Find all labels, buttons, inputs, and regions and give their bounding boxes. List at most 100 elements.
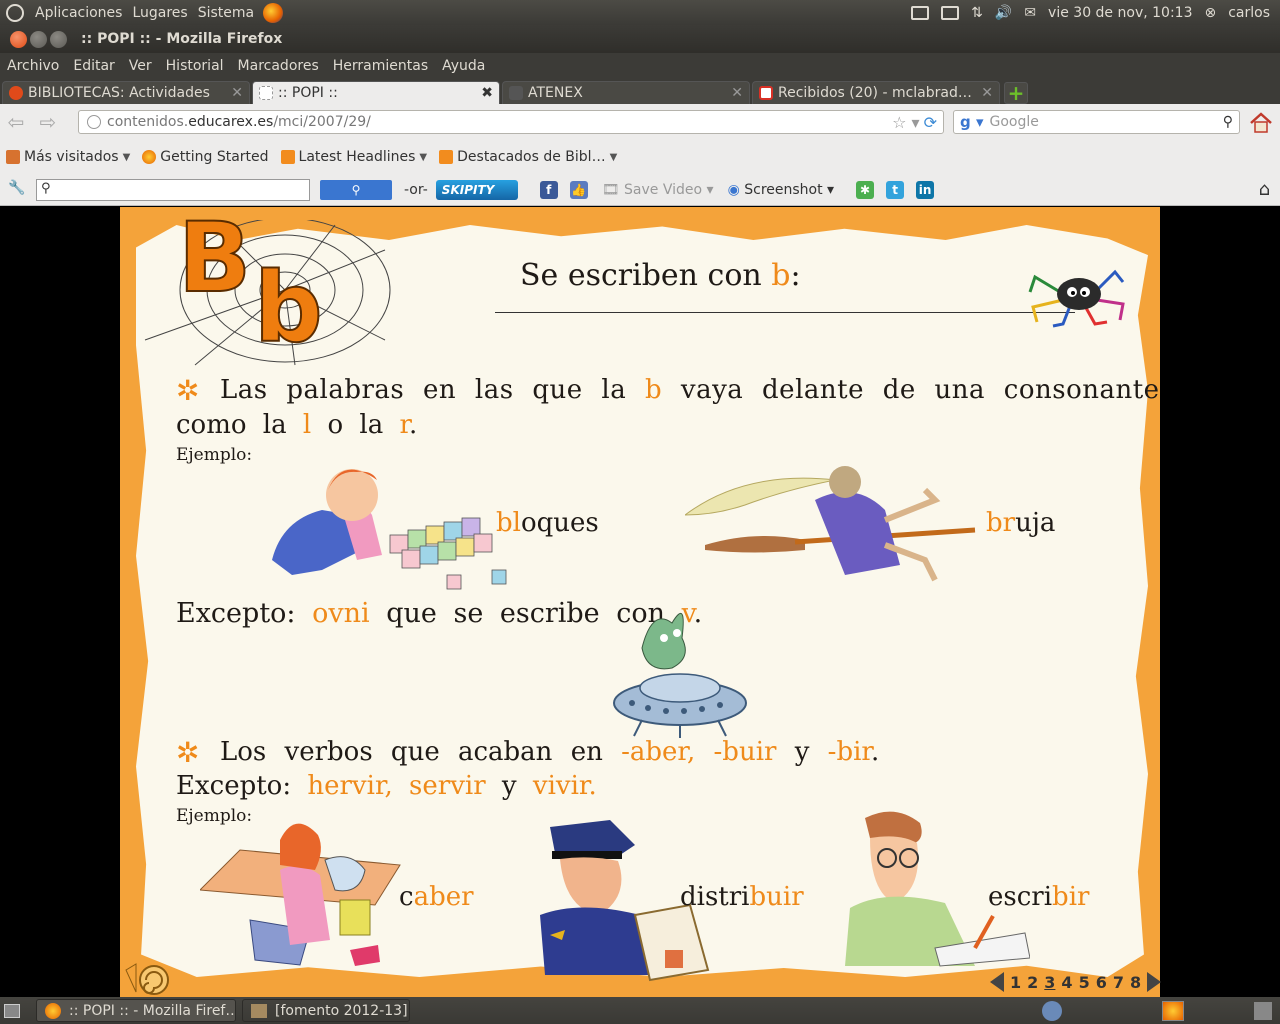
firefox-tray-icon[interactable] bbox=[1162, 1000, 1184, 1021]
bookmark-star-icon[interactable]: ☆ ▾ bbox=[892, 113, 919, 132]
show-desktop-icon[interactable] bbox=[4, 1003, 20, 1018]
url-domain: educarex.es bbox=[188, 114, 274, 130]
bookmark-label: Más visitados bbox=[24, 149, 119, 165]
menu-places[interactable]: Lugares bbox=[127, 5, 192, 21]
menu-ayuda[interactable]: Ayuda bbox=[435, 58, 492, 74]
rule-bullet-icon: ✲ bbox=[176, 736, 200, 769]
datetime[interactable]: vie 30 de nov, 10:13 bbox=[1048, 5, 1192, 21]
home-button-icon[interactable] bbox=[1249, 112, 1273, 134]
printer-icon[interactable] bbox=[911, 5, 930, 20]
page-link-3-current[interactable]: 3 bbox=[1044, 973, 1055, 992]
search-icon[interactable]: ⚲ bbox=[1223, 114, 1233, 130]
tab-label: ATENEX bbox=[528, 85, 583, 101]
firefox-launcher-icon[interactable] bbox=[263, 2, 284, 23]
example-word-bloques: bloques bbox=[496, 508, 599, 538]
folder-icon bbox=[6, 150, 20, 164]
reload-icon[interactable]: ⟳ bbox=[924, 113, 937, 132]
bookmark-latest-headlines[interactable]: Latest Headlines ▼ bbox=[275, 149, 434, 165]
menu-archivo[interactable]: Archivo bbox=[0, 58, 66, 74]
like-icon[interactable]: 👍 bbox=[569, 180, 588, 199]
bookmarks-toolbar: Más visitados ▼ Getting Started Latest H… bbox=[0, 140, 1280, 174]
rule1-line2-b: o la bbox=[311, 410, 400, 440]
close-tab-icon[interactable]: ✕ bbox=[981, 85, 993, 101]
word-highlight: br bbox=[986, 508, 1016, 538]
rule1-letter-l: l bbox=[302, 410, 312, 440]
url-bar[interactable]: contenidos. educarex.es/mci/2007/29/ ☆ ▾ … bbox=[78, 110, 944, 134]
word-rest: uja bbox=[1015, 508, 1056, 538]
wrench-icon[interactable]: 🔧 bbox=[8, 180, 25, 196]
share-icon[interactable]: ✱ bbox=[856, 180, 875, 199]
search-placeholder: Google bbox=[989, 114, 1039, 130]
tab-atenex[interactable]: ATENEX ✕ bbox=[502, 81, 750, 104]
tab-bar: BIBLIOTECAS: Actividades ✕ :: POPI :: ✖ … bbox=[0, 79, 1280, 105]
maximize-window-button[interactable] bbox=[50, 30, 67, 48]
toolbar-search-button[interactable]: ⚲ bbox=[320, 179, 392, 200]
tab-bibliotecas[interactable]: BIBLIOTECAS: Actividades ✕ bbox=[2, 81, 250, 104]
display-icon[interactable] bbox=[941, 5, 960, 20]
trash-icon[interactable] bbox=[1254, 1001, 1272, 1020]
bookmark-destacados[interactable]: Destacados de Bibl… ▼ bbox=[433, 149, 623, 165]
page-link-4[interactable]: 4 bbox=[1061, 973, 1072, 992]
twitter-icon[interactable]: t bbox=[886, 180, 905, 199]
facebook-icon[interactable]: f bbox=[539, 180, 558, 199]
close-window-button[interactable] bbox=[10, 30, 27, 48]
word-prefix: c bbox=[399, 882, 414, 912]
taskbar-item-firefox[interactable]: :: POPI :: - Mozilla Firef… bbox=[36, 999, 236, 1022]
camera-icon: ◉ bbox=[727, 181, 740, 198]
previous-page-icon[interactable] bbox=[990, 972, 1004, 992]
back-snail-button-icon[interactable] bbox=[122, 962, 174, 996]
username[interactable]: carlos bbox=[1228, 5, 1270, 21]
rule1-line2-c: . bbox=[409, 410, 418, 440]
forward-arrow-icon[interactable]: ⇨ bbox=[32, 110, 64, 134]
exception1-word: ovni bbox=[312, 598, 370, 629]
back-arrow-icon[interactable]: ⇦ bbox=[0, 110, 32, 134]
taskbar-item-folder[interactable]: [fomento 2012-13] bbox=[242, 999, 410, 1022]
screenshot-button[interactable]: ◉ Screenshot ▾ bbox=[728, 182, 835, 198]
tab-popi[interactable]: :: POPI :: ✖ bbox=[252, 81, 500, 104]
mail-icon[interactable]: ✉ bbox=[1024, 5, 1036, 21]
rule2-ending-buir: -buir bbox=[713, 737, 777, 767]
home-icon[interactable]: ⌂ bbox=[1259, 179, 1270, 200]
skipity-button[interactable]: SKIPITY bbox=[435, 179, 518, 200]
tab-gmail[interactable]: Recibidos (20) - mclabrador… ✕ bbox=[752, 81, 1000, 104]
exception2-line: Excepto: hervir, servir y vivir. bbox=[176, 771, 597, 801]
page-link-1[interactable]: 1 bbox=[1010, 973, 1021, 992]
page-link-5[interactable]: 5 bbox=[1079, 973, 1090, 992]
witch-broom-illustration bbox=[685, 466, 976, 582]
ubuntu-logo-icon[interactable] bbox=[6, 3, 24, 22]
site-identity-icon[interactable] bbox=[87, 115, 101, 129]
volume-icon[interactable]: 🔊 bbox=[995, 5, 1012, 21]
bookmark-getting-started[interactable]: Getting Started bbox=[136, 149, 274, 165]
menu-editar[interactable]: Editar bbox=[66, 58, 121, 74]
menu-applications[interactable]: Aplicaciones bbox=[30, 5, 127, 21]
search-bar[interactable]: g ▾ Google ⚲ bbox=[953, 110, 1240, 134]
user-status-icon[interactable]: ⊗ bbox=[1204, 5, 1216, 21]
close-tab-icon[interactable]: ✕ bbox=[231, 85, 243, 101]
close-tab-icon[interactable]: ✖ bbox=[481, 85, 493, 101]
network-icon[interactable]: ⇅ bbox=[971, 5, 983, 21]
page-link-7[interactable]: 7 bbox=[1113, 973, 1124, 992]
menu-herramientas[interactable]: Herramientas bbox=[326, 58, 435, 74]
page-link-2[interactable]: 2 bbox=[1027, 973, 1038, 992]
heading-underline bbox=[495, 312, 1075, 313]
menu-marcadores[interactable]: Marcadores bbox=[231, 58, 326, 74]
linkedin-icon[interactable]: in bbox=[916, 180, 935, 199]
minimize-window-button[interactable] bbox=[30, 30, 47, 48]
new-tab-button[interactable]: + bbox=[1004, 81, 1028, 105]
next-page-icon[interactable] bbox=[1147, 972, 1162, 992]
spider-illustration bbox=[1028, 269, 1125, 328]
toolbar-search-input[interactable]: ⚲ bbox=[36, 178, 310, 201]
menu-ver[interactable]: Ver bbox=[122, 58, 159, 74]
google-engine-icon[interactable]: g ▾ bbox=[960, 113, 984, 131]
workspace-globe-icon[interactable] bbox=[1042, 1000, 1062, 1021]
page-link-6[interactable]: 6 bbox=[1096, 973, 1107, 992]
menu-system[interactable]: Sistema bbox=[193, 5, 259, 21]
bookmark-mas-visitados[interactable]: Más visitados ▼ bbox=[0, 149, 136, 165]
word-highlight: bl bbox=[496, 508, 521, 538]
menu-historial[interactable]: Historial bbox=[159, 58, 231, 74]
close-tab-icon[interactable]: ✕ bbox=[731, 85, 743, 101]
save-video-button[interactable]: 🎞 Save Video ▾ bbox=[602, 182, 714, 198]
page-link-8[interactable]: 8 bbox=[1130, 973, 1141, 992]
page-navigation: 1 2 3 4 5 6 7 8 bbox=[990, 972, 1162, 992]
page-heading: Se escriben con b: bbox=[520, 258, 801, 293]
